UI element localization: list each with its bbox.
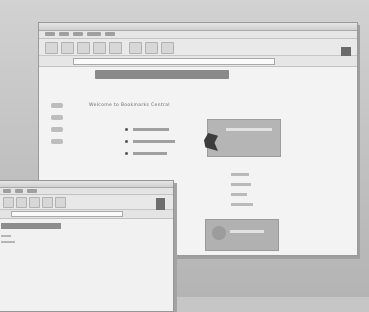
puzzle-logo-icon bbox=[212, 226, 226, 240]
stop-button[interactable] bbox=[77, 42, 90, 54]
side-link[interactable] bbox=[231, 203, 253, 206]
browser-logo-icon bbox=[156, 198, 165, 210]
side-link[interactable] bbox=[231, 173, 249, 176]
refresh-button[interactable] bbox=[93, 42, 106, 54]
address-input[interactable] bbox=[73, 58, 275, 65]
menu-bar bbox=[39, 31, 357, 39]
link[interactable] bbox=[133, 152, 167, 155]
text-line bbox=[1, 241, 15, 243]
bullet-icon bbox=[125, 140, 128, 143]
side-link[interactable] bbox=[231, 183, 251, 186]
side-link[interactable] bbox=[231, 193, 247, 196]
menu-item[interactable] bbox=[105, 32, 115, 36]
bullet-icon bbox=[125, 152, 128, 155]
toolbar bbox=[0, 195, 173, 210]
menu-item[interactable] bbox=[27, 189, 37, 193]
page-title: Welcome to Bookmarks Central bbox=[89, 103, 170, 108]
home-button[interactable] bbox=[109, 42, 122, 54]
nav-item[interactable] bbox=[51, 103, 63, 108]
nav-item[interactable] bbox=[51, 139, 63, 144]
refresh-button[interactable] bbox=[42, 197, 53, 208]
title-bar[interactable] bbox=[39, 23, 357, 31]
nav-item[interactable] bbox=[51, 127, 63, 132]
menu-item[interactable] bbox=[45, 32, 55, 36]
feature-panel[interactable] bbox=[205, 219, 279, 251]
back-button[interactable] bbox=[3, 197, 14, 208]
text-line bbox=[1, 235, 11, 237]
nav-item[interactable] bbox=[51, 115, 63, 120]
menu-item[interactable] bbox=[73, 32, 83, 36]
link[interactable] bbox=[133, 128, 169, 131]
forward-button[interactable] bbox=[61, 42, 74, 54]
menu-item[interactable] bbox=[59, 32, 69, 36]
back-button[interactable] bbox=[45, 42, 58, 54]
favorites-button[interactable] bbox=[145, 42, 158, 54]
search-button[interactable] bbox=[129, 42, 142, 54]
stop-button[interactable] bbox=[29, 197, 40, 208]
address-bar bbox=[0, 210, 173, 219]
menu-item[interactable] bbox=[15, 189, 23, 193]
title-bar[interactable] bbox=[0, 181, 173, 188]
menu-item[interactable] bbox=[3, 189, 11, 193]
home-button[interactable] bbox=[55, 197, 66, 208]
link[interactable] bbox=[133, 140, 175, 143]
browser-window-front bbox=[0, 180, 174, 312]
promo-panel[interactable] bbox=[207, 119, 281, 157]
address-input[interactable] bbox=[11, 211, 123, 217]
address-bar bbox=[39, 56, 357, 67]
page-header-bar bbox=[1, 223, 61, 229]
page-header-bar bbox=[95, 70, 229, 79]
menu-bar bbox=[0, 188, 173, 195]
history-button[interactable] bbox=[161, 42, 174, 54]
forward-button[interactable] bbox=[16, 197, 27, 208]
feature-text bbox=[230, 230, 264, 233]
bullet-icon bbox=[125, 128, 128, 131]
menu-item[interactable] bbox=[87, 32, 101, 36]
promo-text bbox=[226, 128, 272, 131]
toolbar bbox=[39, 39, 357, 56]
